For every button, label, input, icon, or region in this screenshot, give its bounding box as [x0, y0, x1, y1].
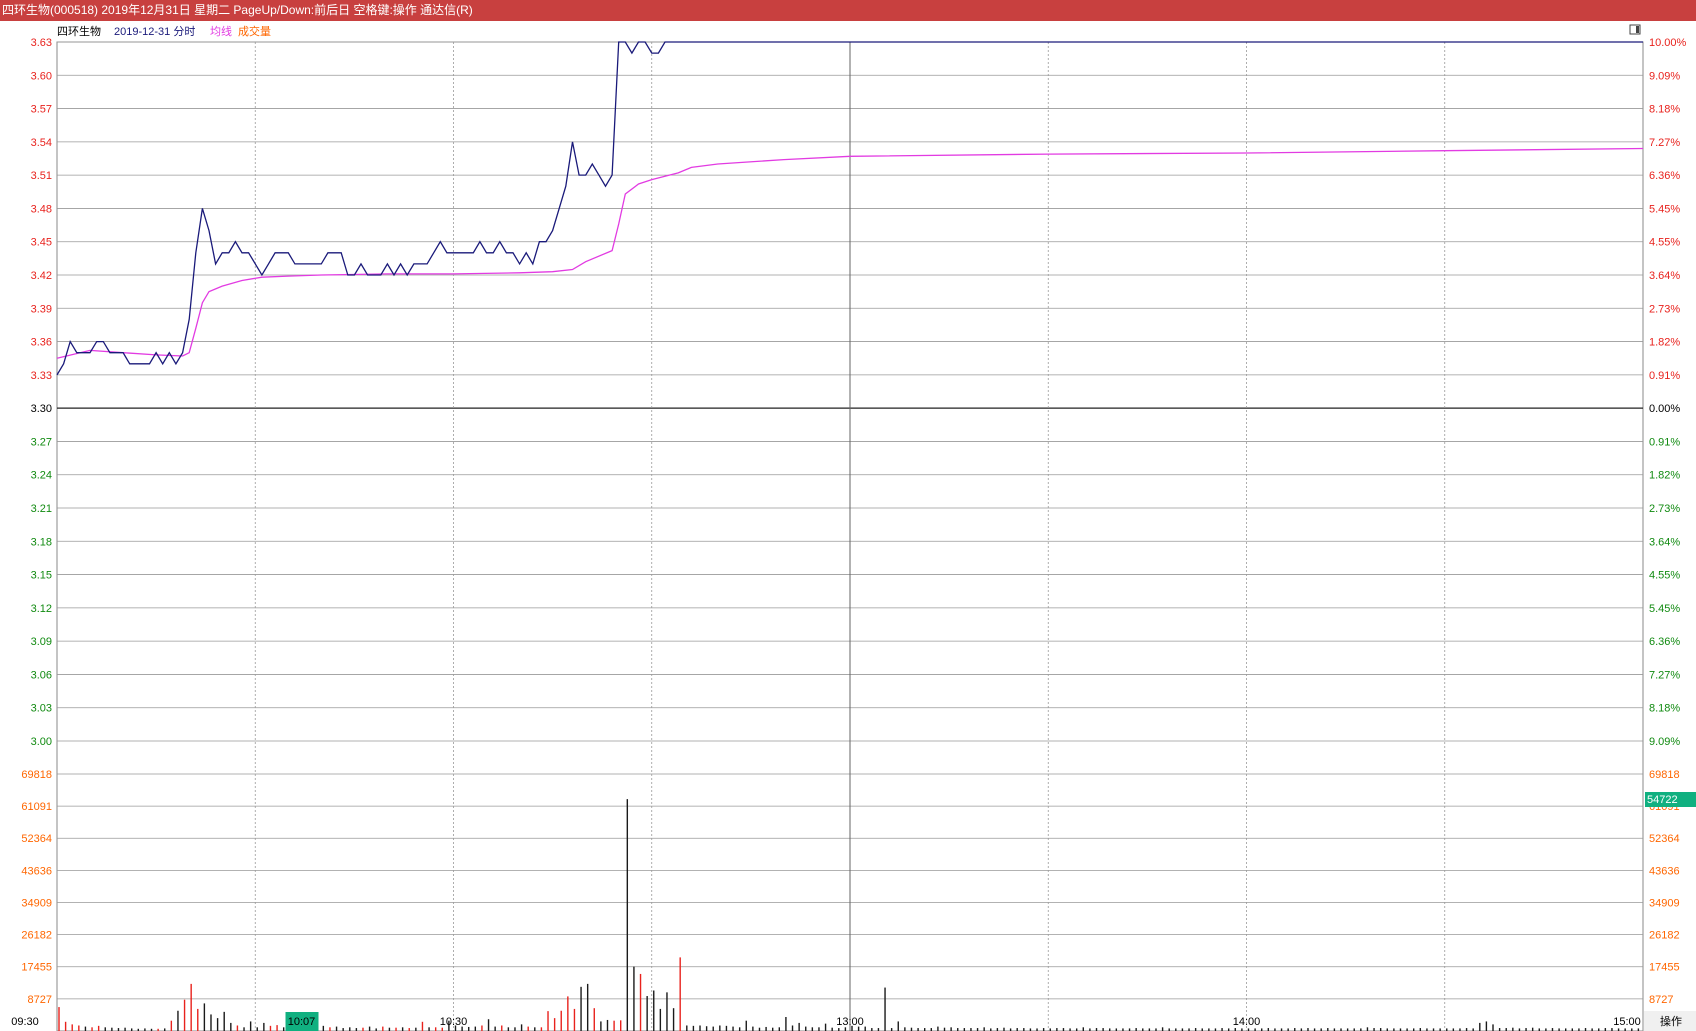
- pct-tick-label: 1.82%: [1649, 337, 1680, 349]
- price-tick-label: 3.18: [31, 536, 52, 548]
- pct-tick-label: 8.18%: [1649, 104, 1680, 116]
- pct-tick-label: 1.82%: [1649, 470, 1680, 482]
- vol-highlight-badge: 54722: [1645, 792, 1696, 807]
- price-tick-label: 3.12: [31, 603, 52, 615]
- window-toggle-icon[interactable]: [1629, 24, 1641, 35]
- volume-tick-label: 43636: [21, 865, 52, 877]
- price-tick-label: 3.63: [31, 37, 52, 49]
- intraday-chart[interactable]: 3.63 3.60 3.57 3.54 3.51 3.48 3.45 3.42 3.39 3.36…: [0, 21, 1696, 1031]
- pct-tick-label: 5.45%: [1649, 603, 1680, 615]
- pct-tick-label: 4.55%: [1649, 570, 1680, 582]
- price-tick-label: 3.57: [31, 104, 52, 116]
- volume-bars: [58, 799, 1640, 1031]
- time-tick-label: 14:00: [1233, 1016, 1261, 1028]
- time-gridlines: [254, 42, 1446, 1031]
- volume-tick-label-right: 8727: [1649, 994, 1673, 1006]
- pct-tick-label: 0.00%: [1649, 403, 1680, 415]
- volume-tick-label-right: 69818: [1649, 769, 1680, 781]
- price-tick-label: 3.27: [31, 436, 52, 448]
- volume-tick-label: 17455: [21, 962, 52, 974]
- pct-tick-label: 6.36%: [1649, 636, 1680, 648]
- pct-tick-label: 7.27%: [1649, 669, 1680, 681]
- price-tick-label: 3.30: [31, 403, 52, 415]
- operate-button[interactable]: 操作: [1644, 1011, 1696, 1031]
- price-tick-label: 3.36: [31, 337, 52, 349]
- pct-tick-label: 10.00%: [1649, 37, 1687, 49]
- price-tick-label: 3.15: [31, 570, 52, 582]
- price-tick-label: 3.48: [31, 203, 52, 215]
- volume-tick-label-right: 52364: [1649, 833, 1680, 845]
- pct-tick-label: 2.73%: [1649, 303, 1680, 315]
- volume-tick-label: 34909: [21, 898, 52, 910]
- time-tick-label: 13:00: [836, 1016, 864, 1028]
- volume-tick-label-right: 26182: [1649, 930, 1680, 942]
- pct-tick-label: 6.36%: [1649, 170, 1680, 182]
- volume-tick-label: 8727: [28, 994, 52, 1006]
- date-label: 2019-12-31 分时: [114, 25, 195, 38]
- volume-tick-label-right: 43636: [1649, 865, 1680, 877]
- volume-legend: 成交量: [238, 24, 271, 38]
- volume-tick-label: 26182: [21, 930, 52, 942]
- price-tick-label: 3.51: [31, 170, 52, 182]
- price-tick-label: 3.33: [31, 370, 52, 382]
- volume-tick-label-right: 34909: [1649, 898, 1680, 910]
- time-tick-label: 10:30: [440, 1016, 468, 1028]
- stock-name: 四环生物: [57, 24, 101, 38]
- price-tick-label: 3.39: [31, 303, 52, 315]
- pct-tick-label: 2.73%: [1649, 503, 1680, 515]
- pct-tick-label: 9.09%: [1649, 70, 1680, 82]
- cursor-time-label: 10:07: [288, 1016, 316, 1028]
- pct-tick-label: 7.27%: [1649, 137, 1680, 149]
- vol-highlight-value: 54722: [1647, 794, 1678, 806]
- time-tick-label: 09:30: [11, 1016, 39, 1028]
- pct-tick-label: 4.55%: [1649, 237, 1680, 249]
- window-title: 四环生物(000518) 2019年12月31日 星期二 PageUp/Down…: [2, 3, 473, 17]
- price-tick-label: 3.21: [31, 503, 52, 515]
- time-tick-label: 15:00: [1613, 1016, 1641, 1028]
- window-titlebar: 四环生物(000518) 2019年12月31日 星期二 PageUp/Down…: [0, 0, 1696, 21]
- volume-axis-left: 69818 61091 52364 43636 34909 26182 17455 8727: [21, 769, 52, 1006]
- operate-button-label: 操作: [1660, 1014, 1682, 1028]
- pct-tick-label: 3.64%: [1649, 270, 1680, 282]
- price-tick-label: 3.03: [31, 703, 52, 715]
- price-axis-left: 3.63 3.60 3.57 3.54 3.51 3.48 3.45 3.42 3.39 3.36…: [31, 37, 52, 748]
- pct-tick-label: 9.09%: [1649, 736, 1680, 748]
- price-tick-label: 3.06: [31, 669, 52, 681]
- price-tick-label: 3.24: [31, 470, 52, 482]
- price-tick-label: 3.54: [31, 137, 52, 149]
- volume-tick-label-right: 17455: [1649, 962, 1680, 974]
- pct-axis-right: 10.00% 9.09% 8.18% 7.27% 6.36% 5.45% 4.55% 3.64…: [1649, 37, 1687, 748]
- price-tick-label: 3.09: [31, 636, 52, 648]
- volume-tick-label: 69818: [21, 769, 52, 781]
- pct-tick-label: 0.91%: [1649, 436, 1680, 448]
- price-tick-label: 3.42: [31, 270, 52, 282]
- avg-legend: 均线: [210, 24, 232, 38]
- volume-tick-label: 52364: [21, 833, 52, 845]
- price-tick-label: 3.45: [31, 237, 52, 249]
- price-tick-label: 3.60: [31, 70, 52, 82]
- pct-tick-label: 5.45%: [1649, 203, 1680, 215]
- pct-tick-label: 8.18%: [1649, 703, 1680, 715]
- price-tick-label: 3.00: [31, 736, 52, 748]
- chart-header: 四环生物 2019-12-31 分时 均线 成交量: [57, 24, 271, 38]
- volume-tick-label: 61091: [21, 801, 52, 813]
- pct-tick-label: 0.91%: [1649, 370, 1680, 382]
- pct-tick-label: 3.64%: [1649, 536, 1680, 548]
